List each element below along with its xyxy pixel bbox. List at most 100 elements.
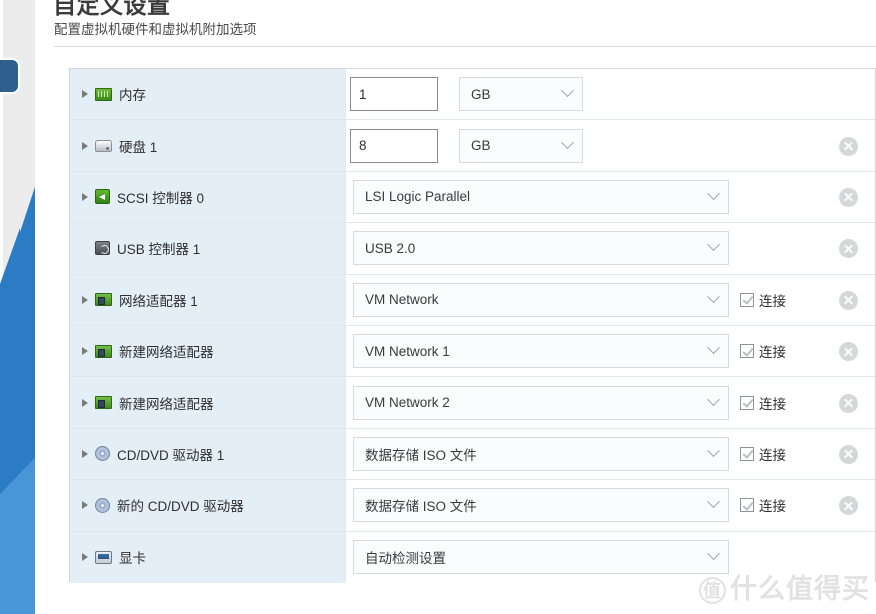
chevron-down-icon <box>561 135 574 149</box>
wizard-step-chip <box>0 60 18 92</box>
value-select-value: VM Network 1 <box>365 343 450 359</box>
value-select[interactable]: VM Network 2 <box>353 385 729 420</box>
page-title: 自定义设置 <box>53 0 171 18</box>
settings-row-label-cell: 新建网络适配器 <box>70 377 346 428</box>
settings-row: CD/DVD 驱动器 1 数据存储 ISO 文件 连接 <box>70 428 875 481</box>
settings-row-control-cell: VM Network 2 连接 <box>346 377 875 428</box>
expand-arrow-icon[interactable] <box>79 498 93 512</box>
expand-arrow-icon[interactable] <box>79 447 93 461</box>
checkbox-box[interactable] <box>740 292 754 307</box>
value-select[interactable]: VM Network <box>353 282 729 317</box>
value-select[interactable]: 自动检测设置 <box>353 540 729 575</box>
settings-row-label-cell: 新建网络适配器 <box>70 325 346 377</box>
chevron-down-icon <box>707 187 720 201</box>
unit-select[interactable]: GB <box>459 77 583 112</box>
expand-arrow-icon[interactable] <box>79 190 93 204</box>
remove-device-button[interactable] <box>839 444 858 464</box>
connect-checkbox-label: 连接 <box>759 345 786 361</box>
checkbox-box[interactable] <box>740 344 754 359</box>
connect-checkbox[interactable]: 连接 <box>740 290 786 310</box>
remove-device-button[interactable] <box>839 496 858 516</box>
settings-row-label-cell: 硬盘 1 <box>70 120 346 171</box>
settings-row: 显卡 自动检测设置 <box>70 531 875 583</box>
expand-arrow-icon[interactable] <box>79 396 93 410</box>
settings-row-label-cell: SCSI 控制器 0 <box>70 171 346 223</box>
settings-row: USB 控制器 1 USB 2.0 <box>70 223 875 275</box>
remove-device-button[interactable] <box>839 290 858 310</box>
settings-row-name: USB 控制器 1 <box>117 242 201 258</box>
settings-row-control-cell: GB <box>346 69 875 120</box>
settings-row-name: 硬盘 1 <box>119 139 158 155</box>
expand-arrow-icon[interactable] <box>79 87 93 101</box>
chevron-down-icon <box>707 341 720 355</box>
settings-row-name: 内存 <box>119 88 146 104</box>
expand-arrow-icon[interactable] <box>79 293 93 307</box>
connect-checkbox[interactable]: 连接 <box>740 444 786 464</box>
settings-row-control-cell: 自动检测设置 <box>346 531 875 583</box>
settings-row-control-cell: LSI Logic Parallel <box>346 171 875 223</box>
chevron-down-icon <box>707 495 720 509</box>
value-select-value: 数据存储 ISO 文件 <box>365 447 477 463</box>
size-input[interactable] <box>350 128 438 163</box>
remove-device-button[interactable] <box>839 187 858 207</box>
expand-arrow-icon[interactable] <box>79 344 93 358</box>
chevron-down-icon <box>561 84 574 98</box>
value-select[interactable]: USB 2.0 <box>353 231 729 266</box>
value-select-value: VM Network 2 <box>365 395 450 411</box>
usb-controller-icon <box>95 241 110 256</box>
chevron-down-icon <box>707 238 720 252</box>
remove-device-button[interactable] <box>839 136 858 156</box>
chevron-down-icon <box>707 444 720 457</box>
connect-checkbox-label: 连接 <box>759 396 786 412</box>
expand-arrow-icon[interactable] <box>79 550 93 564</box>
value-select-value: LSI Logic Parallel <box>365 189 471 205</box>
remove-device-button[interactable] <box>839 342 858 362</box>
settings-row-label-cell: CD/DVD 驱动器 1 <box>70 428 346 480</box>
checkbox-box[interactable] <box>740 446 754 461</box>
settings-row-name: 新的 CD/DVD 驱动器 <box>117 499 244 515</box>
checkbox-box[interactable] <box>740 498 754 513</box>
value-select[interactable]: LSI Logic Parallel <box>353 179 729 214</box>
value-select[interactable]: 数据存储 ISO 文件 <box>353 488 729 523</box>
checkbox-box[interactable] <box>740 395 754 410</box>
remove-device-button[interactable] <box>839 239 858 259</box>
memory-icon <box>95 87 112 101</box>
settings-row-name: 新建网络适配器 <box>119 345 214 361</box>
network-adapter-icon <box>95 293 112 307</box>
unit-select-value: GB <box>471 86 491 102</box>
settings-row: 网络适配器 1 VM Network 连接 <box>70 274 875 326</box>
chevron-down-icon <box>707 547 720 561</box>
settings-row: 新建网络适配器 VM Network 1 连接 <box>70 325 875 378</box>
settings-row: 硬盘 1 GB <box>70 120 875 172</box>
remove-device-button[interactable] <box>839 393 858 413</box>
settings-row-label-cell: 内存 <box>70 69 346 120</box>
value-select[interactable]: 数据存储 ISO 文件 <box>353 436 729 471</box>
size-input[interactable] <box>350 77 438 112</box>
settings-row-control-cell: GB <box>346 120 875 171</box>
connect-checkbox-label: 连接 <box>759 293 786 309</box>
value-select[interactable]: VM Network 1 <box>353 334 729 369</box>
connect-checkbox[interactable]: 连接 <box>740 341 786 361</box>
settings-row-name: 网络适配器 1 <box>119 293 198 309</box>
network-adapter-icon <box>95 396 112 410</box>
expand-arrow-icon[interactable] <box>79 139 93 153</box>
header-divider <box>54 46 876 47</box>
settings-row: 内存 GB <box>70 69 875 121</box>
value-select-value: VM Network <box>365 292 439 308</box>
settings-row-name: CD/DVD 驱动器 1 <box>117 447 225 463</box>
settings-row: 新建网络适配器 VM Network 2 连接 <box>70 377 875 429</box>
unit-select[interactable]: GB <box>459 128 583 163</box>
vm-hardware-settings-table: 内存 GB 硬盘 1 GB SCSI 控制器 0 LSI Logic Parallel US… <box>69 68 876 583</box>
settings-row-label-cell: 显卡 <box>70 531 346 583</box>
page-content: 自定义设置 配置虚拟机硬件和虚拟机附加选项 内存 GB 硬盘 1 GB SCSI 控制器… <box>41 0 876 614</box>
connect-checkbox[interactable]: 连接 <box>740 393 786 413</box>
value-select-value: USB 2.0 <box>365 240 416 256</box>
esxi-customize-settings-page: 自定义设置 配置虚拟机硬件和虚拟机附加选项 内存 GB 硬盘 1 GB SCSI 控制器… <box>0 0 876 614</box>
settings-row-name: 显卡 <box>119 551 146 567</box>
connect-checkbox[interactable]: 连接 <box>740 495 786 515</box>
settings-row-name: SCSI 控制器 0 <box>117 190 205 206</box>
settings-row-control-cell: VM Network 连接 <box>346 274 875 325</box>
connect-checkbox-label: 连接 <box>759 499 786 515</box>
settings-row: SCSI 控制器 0 LSI Logic Parallel <box>70 171 875 224</box>
video-card-icon <box>95 550 112 564</box>
